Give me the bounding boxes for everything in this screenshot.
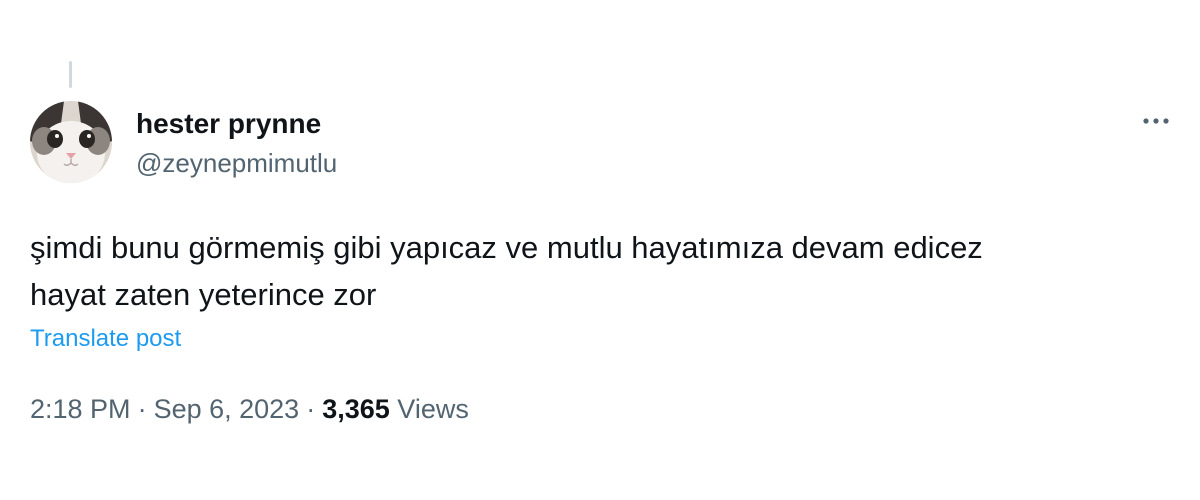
translate-post-link[interactable]: Translate post bbox=[30, 324, 181, 354]
tweet-text-line: hayat zaten yeterince zor bbox=[30, 277, 377, 312]
more-options-button[interactable] bbox=[1138, 108, 1174, 134]
meta-separator: · bbox=[137, 394, 147, 424]
author-handle[interactable]: @zeynepmimutlu bbox=[136, 147, 337, 179]
more-horizontal-icon bbox=[1143, 118, 1169, 124]
meta-separator: · bbox=[306, 394, 316, 424]
tweet-text-line: şimdi bunu görmemiş gibi yapıcaz ve mutl… bbox=[30, 230, 983, 265]
cat-avatar-image bbox=[30, 101, 112, 183]
tweet-meta: 2:18 PM · Sep 6, 2023 · 3,365 Views bbox=[30, 392, 469, 426]
author-display-name[interactable]: hester prynne bbox=[136, 107, 321, 141]
views-count: 3,365 bbox=[322, 394, 390, 424]
tweet-card: hester prynne @zeynepmimutlu şimdi bunu … bbox=[0, 0, 1200, 500]
tweet-time[interactable]: 2:18 PM bbox=[30, 394, 131, 424]
views-label: Views bbox=[397, 394, 469, 424]
thread-connector-line bbox=[69, 61, 72, 88]
tweet-date[interactable]: Sep 6, 2023 bbox=[154, 394, 300, 424]
tweet-text: şimdi bunu görmemiş gibi yapıcaz ve mutl… bbox=[30, 224, 1150, 318]
avatar[interactable] bbox=[30, 101, 112, 183]
